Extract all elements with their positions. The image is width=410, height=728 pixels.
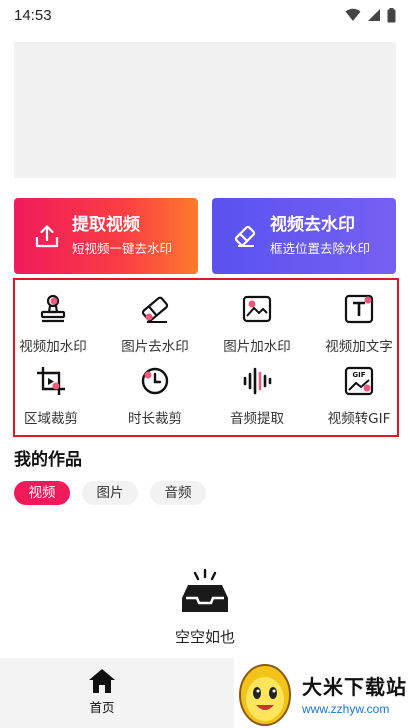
clock-icon	[141, 367, 169, 395]
status-time: 14:53	[14, 6, 52, 24]
upload-icon	[35, 225, 59, 248]
eraser-icon	[141, 296, 169, 323]
tools-grid: 视频加水印 图片去水印 图片加水印 视频加文字 区域裁剪 时长裁剪 音频提取 G…	[13, 278, 399, 437]
tool-video-to-gif[interactable]: GIF 视频转GIF	[311, 364, 407, 430]
remove-watermark-title: 视频去水印	[270, 215, 355, 235]
tab-video[interactable]: 视频	[14, 481, 70, 505]
waveform-icon	[243, 367, 272, 395]
tab-audio[interactable]: 音频	[150, 481, 206, 505]
site-watermark: 大米下载站 www.zzhyw.com	[234, 658, 410, 728]
tool-label: 视频加文字	[325, 339, 393, 355]
empty-text: 空空如也	[174, 628, 235, 646]
tool-label: 时长裁剪	[128, 411, 182, 427]
remove-watermark-subtitle: 框选位置去除水印	[270, 241, 371, 256]
battery-icon	[387, 7, 396, 22]
tab-image[interactable]: 图片	[82, 481, 138, 505]
crop-icon	[37, 367, 65, 395]
my-works-title: 我的作品	[14, 450, 82, 470]
nav-home[interactable]: 首页	[70, 668, 134, 716]
tool-audio-extract[interactable]: 音频提取	[209, 364, 305, 430]
tool-label: 音频提取	[230, 411, 284, 427]
nav-home-label: 首页	[89, 700, 115, 715]
tool-image-remove-watermark[interactable]: 图片去水印	[107, 292, 203, 358]
tool-label: 视频转GIF	[327, 411, 391, 427]
eraser-icon	[234, 225, 256, 247]
extract-video-title: 提取视频	[72, 215, 140, 235]
extract-video-card[interactable]: 提取视频 短视频一键去水印	[14, 198, 198, 274]
image-icon	[242, 295, 272, 323]
banner-area[interactable]	[14, 42, 396, 178]
signal-icon	[368, 9, 380, 21]
wifi-icon	[345, 8, 361, 21]
svg-text:GIF: GIF	[352, 371, 365, 379]
status-icons	[345, 7, 396, 23]
tool-label: 图片去水印	[121, 339, 189, 355]
watermark-site-name: 大米下载站	[302, 674, 407, 699]
tool-label: 区域裁剪	[24, 411, 78, 427]
tool-label: 视频加水印	[19, 339, 87, 355]
tool-area-crop[interactable]: 区域裁剪	[3, 364, 99, 430]
empty-box-icon	[182, 568, 228, 612]
extract-video-subtitle: 短视频一键去水印	[72, 241, 173, 256]
tool-video-add-text[interactable]: 视频加文字	[311, 292, 407, 358]
tool-duration-crop[interactable]: 时长裁剪	[107, 364, 203, 430]
text-icon	[344, 294, 374, 324]
stamp-icon	[40, 294, 66, 323]
home-icon	[89, 669, 115, 693]
remove-watermark-card[interactable]: 视频去水印 框选位置去除水印	[212, 198, 396, 274]
status-bar: 14:53	[0, 0, 410, 30]
tool-label: 图片加水印	[223, 339, 291, 355]
tool-image-add-watermark[interactable]: 图片加水印	[209, 292, 305, 358]
watermark-url: www.zzhyw.com	[302, 701, 390, 716]
empty-state: 空空如也	[0, 568, 410, 647]
egg-mascot-icon	[239, 664, 291, 726]
gif-icon: GIF	[344, 366, 374, 396]
works-tabs: 视频 图片 音频	[14, 481, 206, 505]
tool-video-add-watermark[interactable]: 视频加水印	[5, 292, 101, 358]
